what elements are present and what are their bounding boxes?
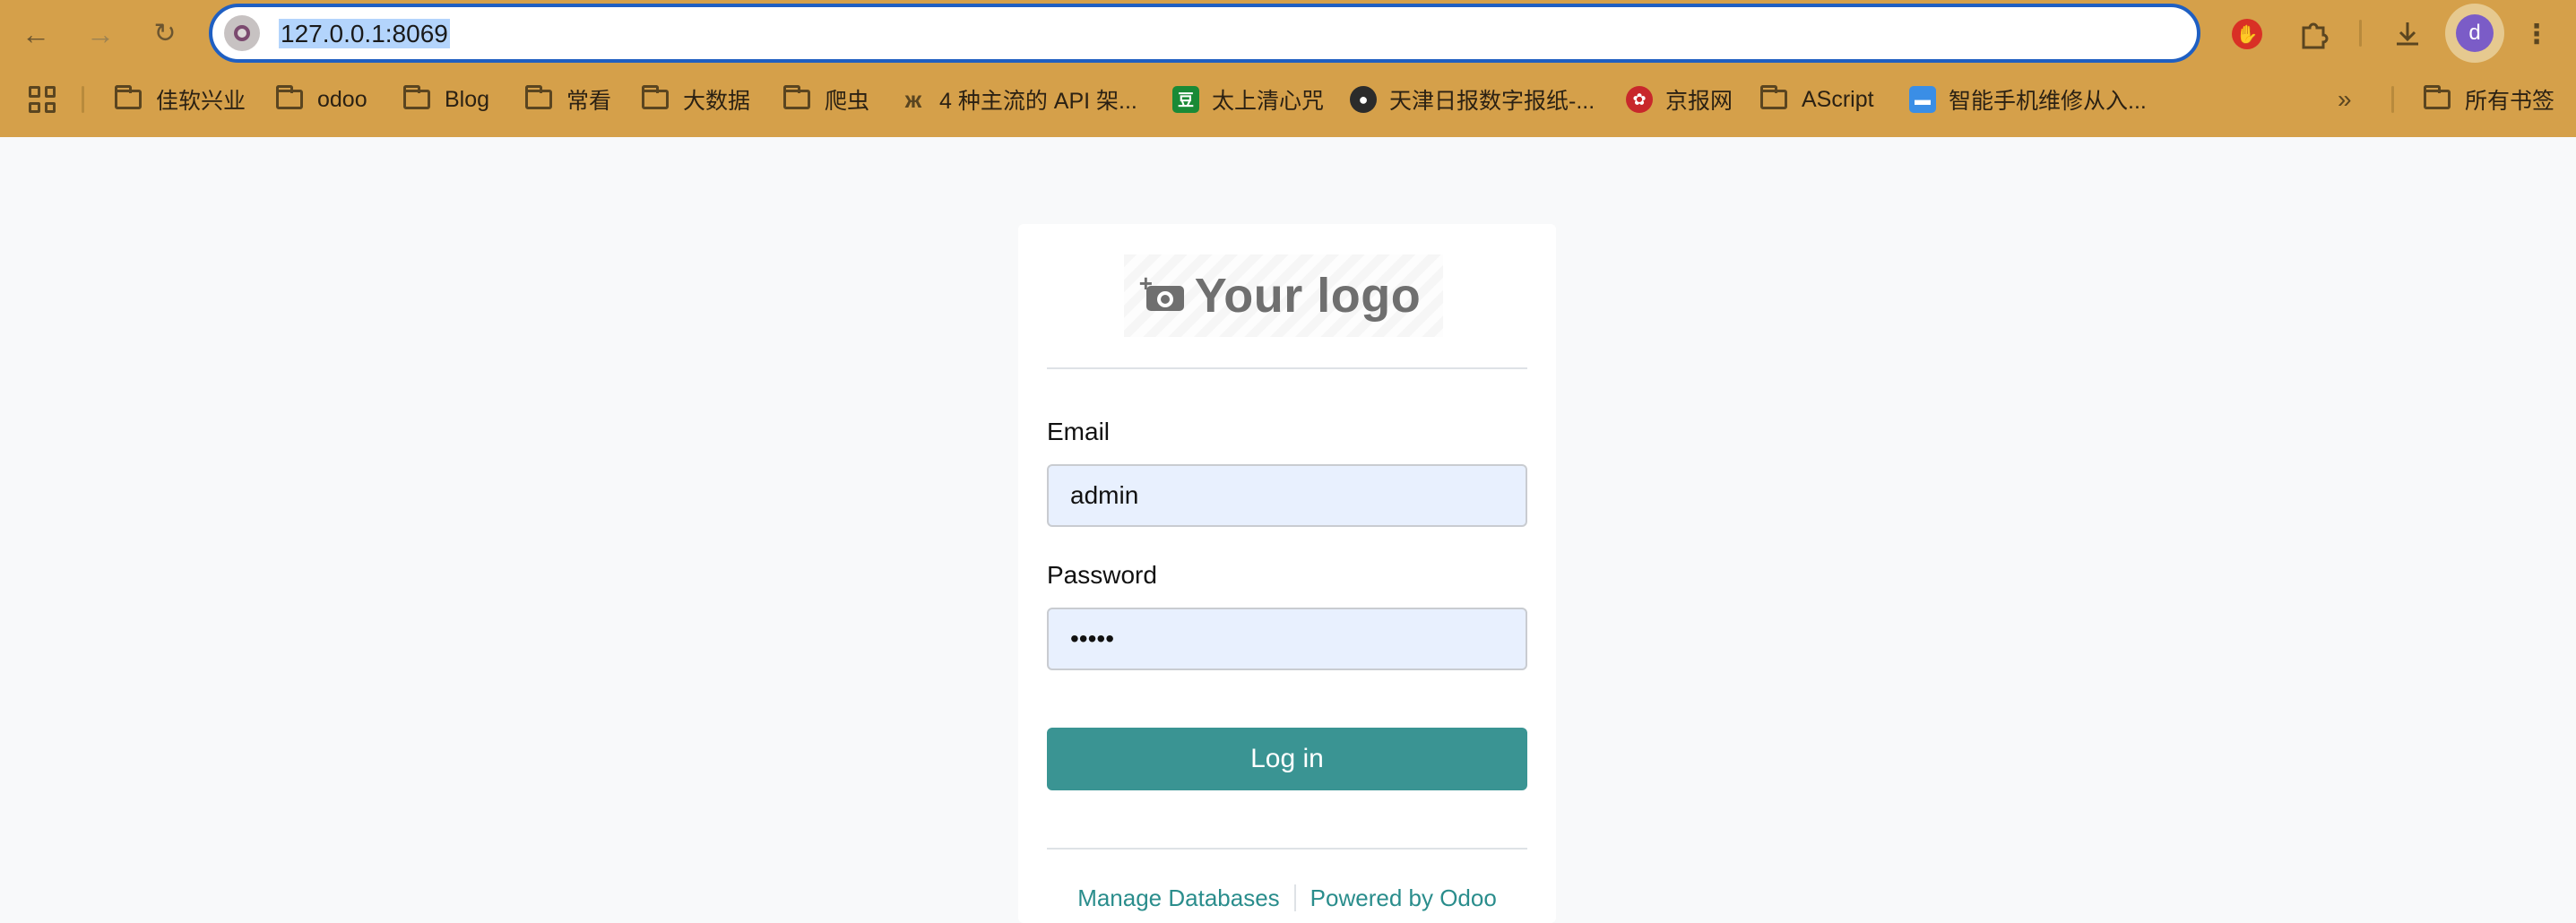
download-icon[interactable]: [2386, 13, 2429, 56]
puzzle-extensions-icon[interactable]: [2292, 13, 2335, 56]
bookmark-api-article[interactable]: ж 4 种主流的 API 架...: [900, 75, 1137, 124]
toolbar-divider: [2359, 20, 2362, 47]
password-field[interactable]: •••••: [1047, 608, 1527, 670]
email-label: Email: [1047, 418, 1111, 445]
forward-arrow-icon[interactable]: →: [79, 13, 122, 56]
bookmark-jingbao[interactable]: ✿ 京报网: [1626, 75, 1733, 124]
company-logo: + Your logo: [1124, 254, 1443, 337]
email-field[interactable]: admin: [1047, 464, 1527, 527]
bookmark-label: 太上清心咒: [1212, 89, 1325, 114]
bookmark-odoo[interactable]: odoo: [276, 75, 367, 124]
link-separator: [1293, 884, 1296, 911]
all-bookmarks[interactable]: 所有书签: [2424, 75, 2554, 124]
bookmark-crawler[interactable]: 爬虫: [783, 75, 869, 124]
bookmarks-divider: [2391, 86, 2394, 113]
bookmark-phone-repair[interactable]: ▬ 智能手机维修从入...: [1909, 75, 2147, 124]
bookmarks-bar: 佳软兴业 odoo Blog 常看 大数据 爬虫 ж 4 种主流的 API 架..…: [0, 75, 2576, 124]
bookmark-label: 天津日报数字报纸-...: [1389, 89, 1595, 114]
kebab-menu-icon[interactable]: ⋮: [2515, 13, 2558, 56]
bookmark-label: 佳软兴业: [156, 89, 246, 114]
bookmark-label: AScript: [1802, 86, 1874, 112]
bookmarks-overflow-chevron-icon[interactable]: »: [2338, 75, 2352, 124]
footer-links: Manage Databases Powered by Odoo: [1018, 880, 1556, 916]
logo-text: Your logo: [1194, 269, 1422, 323]
folder-icon: [783, 85, 810, 109]
folder-icon: [642, 85, 669, 109]
address-bar[interactable]: 127.0.0.1:8069: [209, 4, 2200, 63]
url-text[interactable]: 127.0.0.1:8069: [279, 19, 450, 48]
login-card: + Your logo Email admin Password ••••• L…: [1018, 224, 1556, 923]
site-info-icon[interactable]: [224, 15, 260, 51]
reload-icon[interactable]: ↻: [143, 13, 186, 56]
douban-favicon: 豆: [1172, 86, 1199, 113]
divider: [1047, 848, 1527, 850]
bookmark-label: 常看: [566, 89, 612, 114]
folder-icon: [115, 85, 142, 109]
folder-icon: [2424, 85, 2451, 109]
site-favicon: ✿: [1626, 86, 1653, 113]
password-label: Password: [1047, 561, 1157, 589]
bookmark-label: Blog: [445, 86, 490, 112]
bookmark-ascript[interactable]: AScript: [1760, 75, 1874, 124]
manage-databases-link[interactable]: Manage Databases: [1077, 884, 1279, 912]
browser-toolbar: ← → ↻ 127.0.0.1:8069 ✋ d ⋮ 佳软兴业 odoo Blo…: [0, 0, 2576, 137]
login-button[interactable]: Log in: [1047, 728, 1527, 790]
powered-by-odoo-link[interactable]: Powered by Odoo: [1310, 884, 1497, 912]
folder-icon: [1760, 85, 1787, 109]
site-favicon: ▬: [1909, 86, 1936, 113]
profile-avatar[interactable]: d: [2445, 4, 2504, 63]
folder-icon: [403, 85, 430, 109]
bookmark-changkan[interactable]: 常看: [525, 75, 611, 124]
extension-red-icon[interactable]: ✋: [2226, 13, 2269, 56]
divider: [1047, 367, 1527, 369]
bookmark-label: 京报网: [1665, 89, 1733, 114]
bookmark-jiaruan[interactable]: 佳软兴业: [115, 75, 246, 124]
bookmark-blog[interactable]: Blog: [403, 75, 489, 124]
camera-icon: +: [1139, 270, 1184, 311]
globe-icon: ●: [1350, 86, 1377, 113]
folder-icon: [525, 85, 552, 109]
folder-icon: [276, 85, 303, 109]
bookmark-label: 爬虫: [825, 89, 870, 114]
bookmark-label: 4 种主流的 API 架...: [939, 89, 1137, 114]
bookmark-label: 大数据: [683, 89, 751, 114]
back-arrow-icon[interactable]: ←: [14, 13, 57, 56]
bookmark-bigdata[interactable]: 大数据: [642, 75, 750, 124]
bookmark-label: 所有书签: [2465, 89, 2555, 114]
bookmark-taishang[interactable]: 豆太上清心咒: [1172, 75, 1324, 124]
avatar-letter: d: [2456, 14, 2494, 52]
bookmark-label: 智能手机维修从入...: [1949, 89, 2147, 114]
bookmark-label: odoo: [317, 86, 367, 112]
site-favicon: ж: [904, 85, 922, 113]
bookmark-tianjin-daily[interactable]: ● 天津日报数字报纸-...: [1350, 75, 1595, 124]
